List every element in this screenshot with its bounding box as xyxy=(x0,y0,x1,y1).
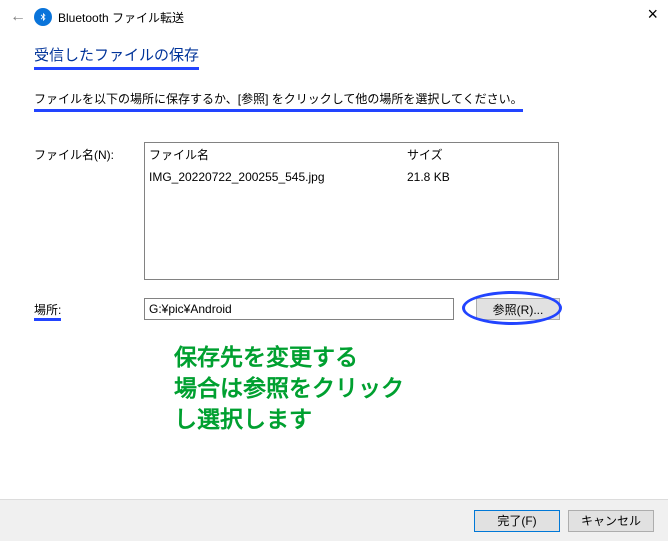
cancel-button[interactable]: キャンセル xyxy=(568,510,654,532)
file-name-label: ファイル名(N): xyxy=(34,142,144,163)
browse-container: 参照(R)... xyxy=(468,298,568,320)
location-row: 場所: 参照(R)... xyxy=(34,298,634,320)
titlebar: ← Bluetooth ファイル転送 × xyxy=(0,0,668,32)
location-label-wrap: 場所: xyxy=(34,301,144,318)
file-list-box[interactable]: ファイル名 サイズ IMG_20220722_200255_545.jpg 21… xyxy=(144,142,559,280)
close-icon[interactable]: × xyxy=(647,4,658,25)
instruction-text: ファイルを以下の場所に保存するか、[参照] をクリックして他の場所を選択してくだ… xyxy=(34,90,523,112)
button-bar: 完了(F) キャンセル xyxy=(0,499,668,541)
column-header-size[interactable]: サイズ xyxy=(407,146,554,163)
column-header-name[interactable]: ファイル名 xyxy=(149,146,407,163)
back-arrow-icon: ← xyxy=(10,8,26,26)
annotation-line-1: 保存先を変更する xyxy=(174,342,634,373)
file-item-size: 21.8 KB xyxy=(407,170,554,184)
location-label: 場所: xyxy=(34,303,61,321)
page-heading: 受信したファイルの保存 xyxy=(34,44,199,70)
bluetooth-icon xyxy=(34,8,52,26)
file-list-item[interactable]: IMG_20220722_200255_545.jpg 21.8 KB xyxy=(145,167,558,187)
annotation-line-3: し選択します xyxy=(174,404,634,435)
annotation-text: 保存先を変更する 場合は参照をクリック し選択します xyxy=(174,342,634,435)
annotation-line-2: 場合は参照をクリック xyxy=(174,373,634,404)
location-input[interactable] xyxy=(144,298,454,320)
file-list-row: ファイル名(N): ファイル名 サイズ IMG_20220722_200255_… xyxy=(34,142,634,280)
finish-button[interactable]: 完了(F) xyxy=(474,510,560,532)
browse-button[interactable]: 参照(R)... xyxy=(476,298,560,320)
content-area: 受信したファイルの保存 ファイルを以下の場所に保存するか、[参照] をクリックし… xyxy=(0,32,668,435)
file-item-name: IMG_20220722_200255_545.jpg xyxy=(149,170,407,184)
window-title: Bluetooth ファイル転送 xyxy=(58,9,184,26)
file-list-header: ファイル名 サイズ xyxy=(145,143,558,167)
